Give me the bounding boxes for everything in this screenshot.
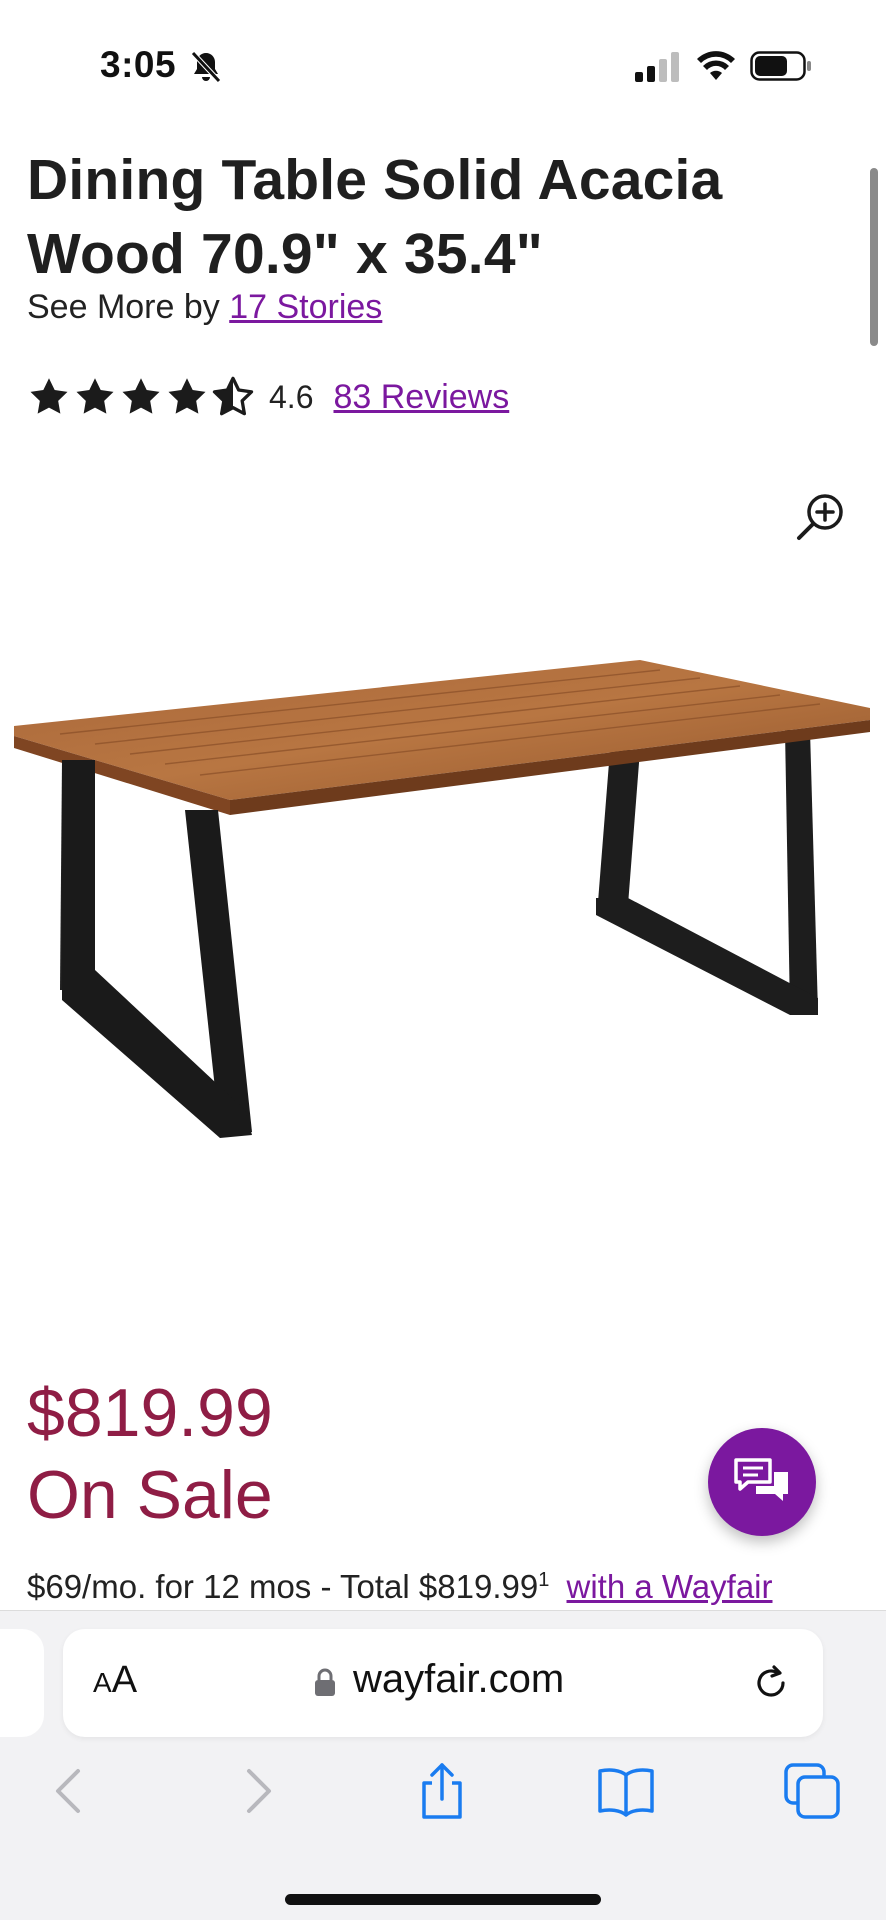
product-title: Dining Table Solid Acacia Wood 70.9" x 3… — [27, 148, 723, 286]
url-domain: wayfair.com — [353, 1657, 565, 1701]
forward-chevron-icon[interactable] — [227, 1761, 287, 1821]
home-indicator[interactable] — [285, 1894, 601, 1905]
star-full-icon — [168, 378, 206, 414]
zoom-in-icon[interactable] — [795, 490, 847, 542]
rating-row: 4.6 83 Reviews — [27, 374, 509, 420]
see-more-line: See More by 17 Stories — [27, 288, 382, 327]
financing-link[interactable]: with a Wayfair — [567, 1568, 773, 1605]
status-time: 3:05 — [100, 44, 177, 85]
bookmarks-icon[interactable] — [596, 1761, 656, 1821]
star-full-icon — [30, 378, 68, 414]
status-bar: 3:05 — [0, 0, 886, 130]
previous-tab-stub[interactable] — [0, 1629, 44, 1737]
financing-footnote: 1 — [538, 1569, 550, 1591]
browser-bottom-bar: AA wayfair.com — [0, 1610, 886, 1920]
product-image[interactable] — [0, 640, 886, 1160]
battery-icon — [750, 51, 811, 81]
tabs-icon[interactable] — [782, 1761, 842, 1821]
lock-icon — [315, 1668, 335, 1696]
rating-value: 4.6 — [269, 378, 314, 415]
star-half-icon — [212, 376, 254, 416]
back-chevron-icon[interactable] — [40, 1761, 100, 1821]
signal-icon — [635, 52, 679, 82]
reviews-link[interactable]: 83 Reviews — [333, 378, 509, 417]
address-bar[interactable]: AA wayfair.com — [63, 1629, 823, 1737]
financing-text: $69/mo. for 12 mos - Total $819.99 — [27, 1568, 539, 1605]
chat-icon — [734, 1458, 788, 1501]
reader-aa-button[interactable]: AA — [93, 1659, 137, 1702]
bell-silenced-icon — [191, 51, 221, 83]
rating-stars — [27, 375, 255, 419]
wifi-icon — [697, 51, 735, 80]
see-more-prefix: See More by — [27, 288, 220, 326]
financing-line: $69/mo. for 12 mos - Total $819.991 with… — [27, 1568, 773, 1606]
price: $819.99 — [27, 1375, 273, 1451]
scroll-indicator[interactable] — [870, 168, 878, 346]
chat-button[interactable] — [708, 1428, 816, 1536]
brand-link[interactable]: 17 Stories — [229, 288, 382, 326]
reload-icon[interactable] — [749, 1661, 793, 1705]
star-full-icon — [76, 378, 114, 414]
sale-label: On Sale — [27, 1457, 273, 1533]
star-full-icon — [122, 378, 160, 414]
share-icon[interactable] — [412, 1761, 472, 1821]
